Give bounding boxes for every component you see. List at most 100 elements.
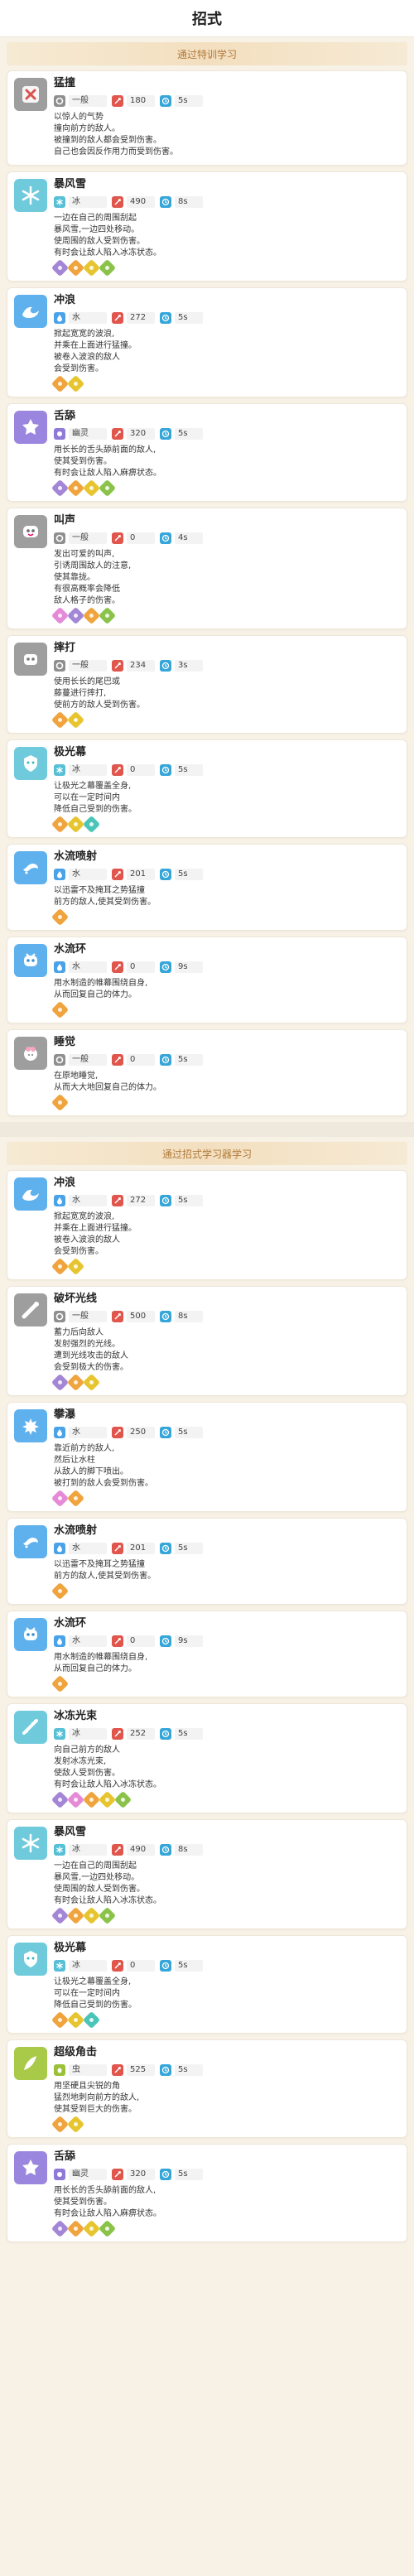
- orange-tag-icon: [51, 815, 70, 834]
- move-card[interactable]: 水流环水 0 9s 用水制造的帷幕围绕自身, 从而回复自己的体力。: [7, 1611, 407, 1697]
- move-name: 破坏光线: [54, 1293, 98, 1305]
- yellow-tag-icon: [82, 1373, 101, 1392]
- move-cooldown-value: 5s: [175, 1195, 203, 1206]
- description-line: 以迅雷不及掩耳之势猛撞: [54, 1560, 145, 1569]
- move-cooldown: 4s: [160, 532, 203, 544]
- x-face-icon: [14, 78, 47, 111]
- water-jet-icon: [14, 1525, 47, 1558]
- description-line: 用水制造的帷幕围绕自身,: [54, 1653, 148, 1662]
- move-type-icon: [54, 95, 65, 107]
- move-stats: 水 272 5s: [54, 310, 400, 326]
- move-card[interactable]: 超级角击虫 525 5s 用坚硬且尖锐的角 猛烈地刺向前方的敌人, 使其受到巨大的伤害。: [7, 2039, 407, 2138]
- yellow-tag-icon: [82, 1906, 101, 1925]
- move-type-icon: [54, 764, 65, 776]
- move-power-value: 250: [127, 1427, 155, 1438]
- move-info: 极光幕冰 0 5s 让极光之幕覆盖全身, 可以在一定时间内 降低自己受到的伤害。: [51, 745, 400, 834]
- description-line: 发出可爱的叫声,: [54, 550, 115, 559]
- move-tags: [51, 1093, 400, 1112]
- purple-tag-icon: [51, 1373, 70, 1392]
- move-tags: [51, 606, 400, 625]
- move-type: 冰: [54, 196, 107, 208]
- move-cooldown: 3s: [160, 660, 203, 672]
- move-stats: 冰 490 8s: [54, 1842, 400, 1858]
- move-type: 冰: [54, 1960, 107, 1972]
- move-cooldown: 5s: [160, 1728, 203, 1740]
- move-power: 234: [112, 660, 155, 672]
- yellow-tag-icon: [66, 374, 85, 393]
- move-type-icon: [54, 196, 65, 208]
- description-line: 敌人格子的伤害。: [54, 596, 120, 605]
- move-card[interactable]: 冲浪水 272 5s 掀起宽宽的波浪, 并乘在上面进行猛撞。 被卷入波浪的敌人 会受到伤害。: [7, 1170, 407, 1280]
- orange-tag-icon: [66, 2219, 85, 2238]
- move-type-value: 冰: [69, 1728, 107, 1740]
- move-card[interactable]: 舌舔 幽灵 320 5s 用长长的舌头舔前面的敌人, 使其受到伤害。 有时会让敌人陷入麻痹状…: [7, 2144, 407, 2242]
- move-cooldown-value: 5s: [175, 428, 203, 440]
- move-info: 水流喷射水 201 5s 以迅雷不及掩耳之势猛撞 前方的敌人,使其受到伤害。: [51, 1524, 400, 1601]
- move-description: 用长长的舌头舔前面的敌人, 使其受到伤害。 有时会让敌人陷入麻痹状态。: [54, 2185, 400, 2220]
- move-cooldown-icon: [160, 312, 171, 324]
- move-power-icon: [112, 1844, 123, 1856]
- move-stats: 幽灵 320 5s: [54, 2166, 400, 2183]
- move-tags: [51, 1906, 400, 1925]
- move-power: 0: [112, 1960, 155, 1972]
- move-card[interactable]: 暴风雪冰 490 8s 一边在自己的周围刮起 暴风雪,一边四处移动。 使周围的敌人受到伤害…: [7, 171, 407, 282]
- yellow-tag-icon: [66, 1257, 85, 1276]
- move-name: 攀瀑: [54, 1408, 76, 1421]
- move-card[interactable]: 叫声 一般 0 4s 发出可爱的叫声, 引诱周围敌人的注意, 使其靠拢。 有很高概率会降低 敌人…: [7, 508, 407, 629]
- move-card[interactable]: 水流喷射水 201 5s 以迅雷不及掩耳之势猛撞 前方的敌人,使其受到伤害。: [7, 1518, 407, 1605]
- move-type: 幽灵: [54, 428, 107, 440]
- move-power: 320: [112, 428, 155, 440]
- move-description: 让极光之幕覆盖全身, 可以在一定时间内 降低自己受到的伤害。: [54, 1977, 400, 2011]
- fist-icon: [14, 643, 47, 676]
- description-line: 使周围的敌人受到伤害。: [54, 237, 145, 246]
- move-type-icon: [54, 1635, 65, 1647]
- move-card[interactable]: 水流环水 0 9s 用水制造的帷幕围绕自身, 从而回复自己的体力。: [7, 937, 407, 1023]
- description-line: 前方的敌人,使其受到伤害。: [54, 898, 156, 907]
- move-power-value: 490: [127, 196, 155, 208]
- move-type: 水: [54, 869, 107, 880]
- move-type-icon: [54, 1960, 65, 1972]
- yellow-tag-icon: [66, 2010, 85, 2030]
- move-description: 在原地睡觉, 从而大大地回复自己的体力。: [54, 1071, 400, 1094]
- move-name: 猛撞: [54, 77, 76, 89]
- move-card[interactable]: 猛撞 一般 180 5s 以惊人的气势 撞向前方的敌人。 被撞到的敌人都会受到伤害。 自己也会…: [7, 70, 407, 166]
- move-info: 摔打 一般 234 3s 使用长长的尾巴或 藤蔓进行摔打, 使前方的敌人受到伤害。: [51, 641, 400, 729]
- snowflake-icon: [14, 179, 47, 212]
- move-card[interactable]: 攀瀑水 250 5s 靠近前方的敌人, 然后让水柱 从敌人的脚下喷出。 被打到的敌人会受到伤…: [7, 1402, 407, 1512]
- move-card[interactable]: 摔打 一般 234 3s 使用长长的尾巴或 藤蔓进行摔打, 使前方的敌人受到伤害。: [7, 635, 407, 734]
- move-card[interactable]: 睡觉 一般 0 5s 在原地睡觉, 从而大大地回复自己的体力。: [7, 1029, 407, 1116]
- move-card[interactable]: 水流喷射水 201 5s 以迅雷不及掩耳之势猛撞 前方的敌人,使其受到伤害。: [7, 844, 407, 931]
- description-line: 从而回复自己的体力。: [54, 990, 137, 999]
- move-cooldown: 5s: [160, 1054, 203, 1066]
- move-cooldown-icon: [160, 1960, 171, 1972]
- move-power-value: 252: [127, 1728, 155, 1740]
- description-line: 以迅雷不及掩耳之势猛撞: [54, 886, 145, 895]
- move-cooldown-icon: [160, 95, 171, 107]
- move-cooldown: 5s: [160, 1543, 203, 1554]
- move-card[interactable]: 舌舔 幽灵 320 5s 用长长的舌头舔前面的敌人, 使其受到伤害。 有时会让敌人陷入麻痹状…: [7, 403, 407, 502]
- move-card[interactable]: 破坏光线 一般 500 8s 蓄力后向敌人 发射强烈的光线。 遭到光线攻击的敌人 会受到极大的…: [7, 1286, 407, 1396]
- move-card[interactable]: 极光幕冰 0 5s 让极光之幕覆盖全身, 可以在一定时间内 降低自己受到的伤害。: [7, 739, 407, 838]
- move-type: 一般: [54, 1054, 107, 1066]
- move-type-value: 冰: [69, 1960, 107, 1972]
- description-line: 用坚硬且尖锐的角: [54, 2082, 120, 2091]
- move-type: 冰: [54, 1728, 107, 1740]
- move-type-value: 幽灵: [69, 428, 107, 440]
- description-line: 然后让水柱: [54, 1456, 95, 1465]
- move-power: 0: [112, 764, 155, 776]
- move-card[interactable]: 冲浪水 272 5s 掀起宽宽的波浪, 并乘在上面进行猛撞。 被卷入波浪的敌人 会受到伤害。: [7, 287, 407, 397]
- move-card[interactable]: 暴风雪冰 490 8s 一边在自己的周围刮起 暴风雪,一边四处移动。 使周围的敌人受到伤害…: [7, 1819, 407, 1929]
- move-cooldown: 5s: [160, 1427, 203, 1438]
- move-cooldown-icon: [160, 1195, 171, 1206]
- move-type-icon: [54, 660, 65, 672]
- move-power: 201: [112, 869, 155, 880]
- move-card[interactable]: 极光幕冰 0 5s 让极光之幕覆盖全身, 可以在一定时间内 降低自己受到的伤害。: [7, 1935, 407, 2034]
- move-power-icon: [112, 660, 123, 672]
- purple-tag-icon: [51, 1906, 70, 1925]
- move-tags: [51, 1790, 400, 1809]
- move-power: 250: [112, 1427, 155, 1438]
- move-card[interactable]: 冰冻光束冰 252 5s 向自己前方的敌人 发射冰冻光束, 使敌人受到伤害。 有时会让敌人陷…: [7, 1703, 407, 1813]
- water-ring-icon: [14, 944, 47, 977]
- move-power-icon: [112, 869, 123, 880]
- move-power-icon: [112, 1728, 123, 1740]
